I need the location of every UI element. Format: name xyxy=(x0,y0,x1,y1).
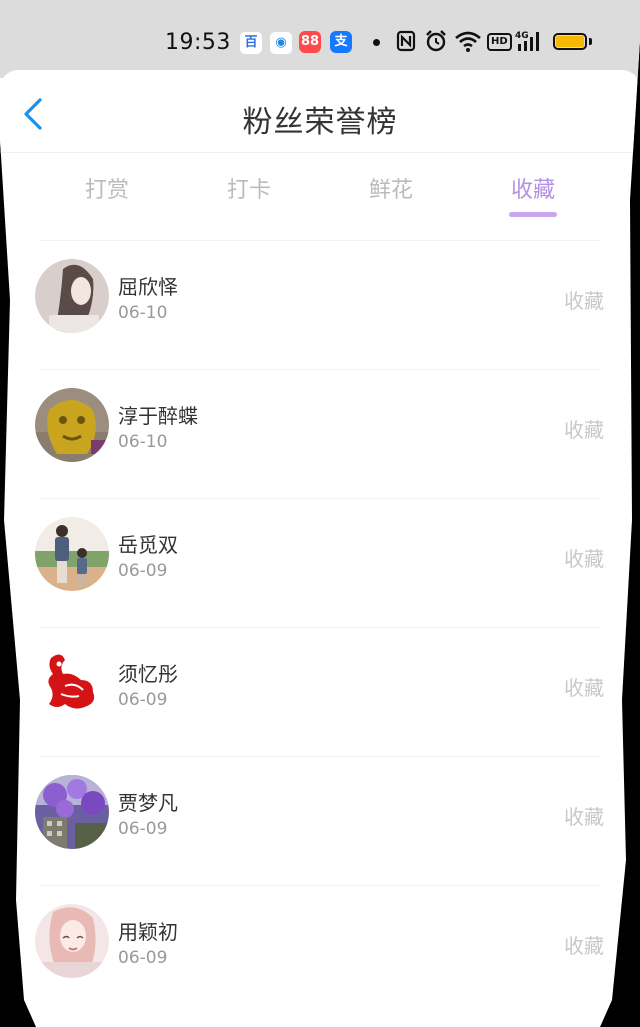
avatar[interactable] xyxy=(35,646,109,720)
signal-label: 4G xyxy=(515,31,529,41)
page-title: 粉丝荣誉榜 xyxy=(242,105,398,140)
fan-row[interactable]: 淳于醉蝶 06-10 收藏 xyxy=(35,369,604,498)
nfc-icon xyxy=(396,30,416,52)
favorite-label: 收藏 xyxy=(564,418,604,442)
fan-name: 贾梦凡 xyxy=(118,791,178,815)
tab-favorites[interactable]: 收藏 xyxy=(483,172,583,204)
avatar[interactable] xyxy=(35,259,109,333)
baidu-icon: 百 xyxy=(239,31,263,55)
fan-date: 06-09 xyxy=(118,819,168,839)
favorite-label: 收藏 xyxy=(564,676,604,700)
alarm-icon xyxy=(426,30,446,52)
app-icon: 88 xyxy=(299,31,321,53)
avatar[interactable] xyxy=(35,775,109,849)
tab-flowers[interactable]: 鲜花 xyxy=(341,172,441,204)
tab-checkin[interactable]: 打卡 xyxy=(199,172,299,204)
favorite-label: 收藏 xyxy=(564,289,604,313)
fan-name: 淳于醉蝶 xyxy=(118,404,198,428)
browser-icon: ◉ xyxy=(269,31,293,55)
fan-date: 06-09 xyxy=(118,948,168,968)
tab-reward[interactable]: 打赏 xyxy=(57,172,157,204)
fan-name: 岳觅双 xyxy=(118,533,178,557)
app-header: 粉丝荣誉榜 xyxy=(0,70,640,153)
wifi-icon xyxy=(455,31,481,52)
battery-icon xyxy=(553,33,587,50)
fan-name: 用颖初 xyxy=(118,920,178,944)
avatar[interactable] xyxy=(35,517,109,591)
fan-date: 06-09 xyxy=(118,690,168,710)
fan-date: 06-09 xyxy=(118,561,168,581)
signal-icon: 4G xyxy=(515,31,539,51)
fan-row[interactable]: 屈欣怿 06-10 收藏 xyxy=(35,240,604,369)
avatar[interactable] xyxy=(35,388,109,462)
hd-badge: HD xyxy=(487,33,512,51)
fan-row[interactable]: 须忆彤 06-09 收藏 xyxy=(35,627,604,756)
fan-date: 06-10 xyxy=(118,432,168,452)
favorite-label: 收藏 xyxy=(564,805,604,829)
fan-row[interactable]: 用颖初 06-09 收藏 xyxy=(35,885,604,1014)
alipay-icon: 支 xyxy=(330,31,352,53)
notification-dot-icon xyxy=(373,39,380,46)
fan-list: 屈欣怿 06-10 收藏 淳于醉蝶 06-10 收藏 岳觅双 06-09 收藏 … xyxy=(0,240,640,1014)
active-tab-indicator xyxy=(509,212,557,217)
fan-date: 06-10 xyxy=(118,303,168,323)
status-time: 19:53 xyxy=(165,30,231,55)
favorite-label: 收藏 xyxy=(564,547,604,571)
screen-sheet: 19:53 百 ◉ 88 支 HD 4G 粉丝荣誉榜 打赏 打卡 鲜花 收藏 屈… xyxy=(0,0,640,1027)
status-bar: 19:53 百 ◉ 88 支 HD 4G xyxy=(0,0,640,78)
fan-row[interactable]: 岳觅双 06-09 收藏 xyxy=(35,498,604,627)
favorite-label: 收藏 xyxy=(564,934,604,958)
battery-cap xyxy=(589,38,592,45)
fan-name: 屈欣怿 xyxy=(118,275,178,299)
fan-name: 须忆彤 xyxy=(118,662,178,686)
fan-row[interactable]: 贾梦凡 06-09 收藏 xyxy=(35,756,604,885)
avatar[interactable] xyxy=(35,904,109,978)
